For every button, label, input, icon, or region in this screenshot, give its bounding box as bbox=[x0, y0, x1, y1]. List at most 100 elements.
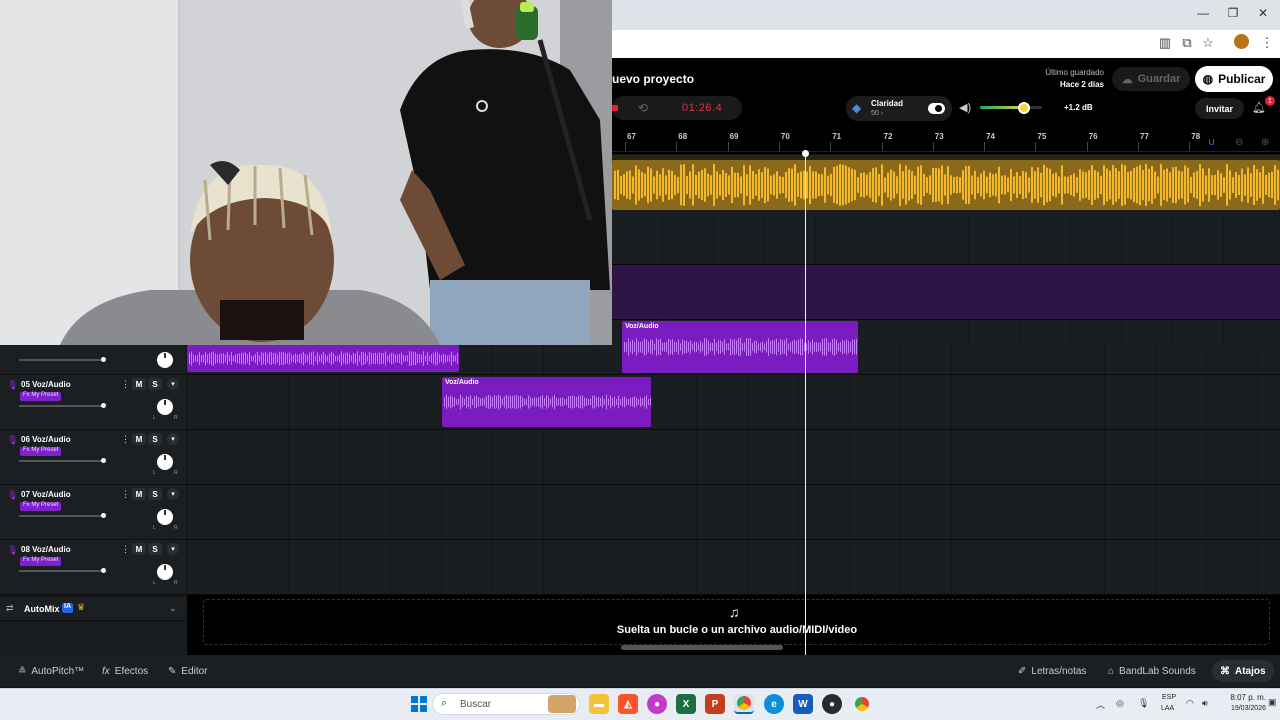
lyrics-button[interactable]: ✐ Letras/notas bbox=[1010, 660, 1094, 682]
track-menu-icon[interactable]: ⋮ bbox=[121, 379, 130, 390]
profile-avatar[interactable] bbox=[1234, 34, 1249, 49]
chrome-profile-icon[interactable] bbox=[852, 694, 872, 714]
record-button[interactable] bbox=[612, 105, 618, 111]
keyboard-layout[interactable]: LAA bbox=[1161, 705, 1174, 712]
pan-knob[interactable] bbox=[157, 509, 173, 525]
track-name[interactable]: 07 Voz/Audio bbox=[21, 490, 71, 499]
wifi-icon[interactable]: ◠ bbox=[1186, 698, 1194, 709]
audio-clip-04-left[interactable] bbox=[187, 345, 459, 372]
track-menu-icon[interactable]: ⋮ bbox=[121, 434, 130, 445]
chevron-down-icon[interactable]: ⌄ bbox=[169, 603, 177, 614]
autopitch-button[interactable]: ≗ AutoPitch™ bbox=[10, 660, 92, 682]
language-indicator[interactable]: ESP bbox=[1162, 694, 1176, 701]
zoom-in-icon[interactable]: ⊕ bbox=[1261, 137, 1269, 148]
snap-magnet-icon[interactable]: ∪ bbox=[1208, 137, 1215, 148]
track-menu-icon[interactable]: ⋮ bbox=[121, 489, 130, 500]
chevron-down-icon[interactable]: ▾ bbox=[167, 543, 179, 555]
lane-05[interactable] bbox=[187, 375, 1280, 430]
powerpoint-icon[interactable]: P bbox=[705, 694, 725, 714]
obs-icon[interactable]: ● bbox=[822, 694, 842, 714]
bell-icon[interactable]: 🔔︎ bbox=[1252, 101, 1266, 114]
bookmark-star-icon[interactable]: ☆ bbox=[1199, 35, 1217, 51]
track-08[interactable]: 🎙︎ 08 Voz/Audio ⋮ M S ▾ Fx My Preset L R bbox=[0, 540, 187, 595]
effects-button[interactable]: fx Efectos bbox=[94, 660, 156, 682]
solo-button[interactable]: S bbox=[148, 433, 162, 445]
track-volume-slider[interactable] bbox=[19, 357, 107, 362]
track-menu-icon[interactable]: ⋮ bbox=[121, 544, 130, 555]
fx-preset-badge[interactable]: Fx My Preset bbox=[20, 502, 62, 511]
cast-icon[interactable]: ⧉ bbox=[1178, 35, 1196, 51]
word-icon[interactable]: W bbox=[793, 694, 813, 714]
chevron-up-icon[interactable]: ︿ bbox=[1096, 698, 1105, 711]
clock-date[interactable]: 19/03/2026 bbox=[1222, 705, 1266, 712]
master-volume-handle[interactable] bbox=[1018, 102, 1031, 114]
track-06[interactable]: 🎙︎ 06 Voz/Audio ⋮ M S ▾ Fx My Preset L R bbox=[0, 430, 187, 485]
pan-knob[interactable] bbox=[157, 399, 173, 415]
reading-mode-icon[interactable]: ▥ bbox=[1156, 35, 1174, 51]
chevron-down-icon[interactable]: ▾ bbox=[167, 488, 179, 500]
mute-button[interactable]: M bbox=[132, 488, 146, 500]
chevron-down-icon[interactable]: ▾ bbox=[167, 433, 179, 445]
arrangement-lower[interactable] bbox=[187, 345, 1280, 595]
tray-app-icon[interactable]: ◎ bbox=[1116, 698, 1124, 709]
speaker-icon[interactable]: ◀) bbox=[959, 101, 971, 114]
invite-button[interactable]: Invitar bbox=[1195, 98, 1244, 119]
track-volume-slider[interactable] bbox=[19, 458, 107, 463]
minimize-button[interactable]: — bbox=[1188, 6, 1218, 20]
pan-knob[interactable] bbox=[157, 352, 173, 368]
notification-center-icon[interactable]: ▣ bbox=[1268, 697, 1277, 708]
fx-preset-badge[interactable]: Fx My Preset bbox=[20, 392, 62, 401]
track-volume-slider[interactable] bbox=[19, 568, 107, 573]
browser-menu-icon[interactable]: ⋮ bbox=[1258, 35, 1276, 51]
clarity-value[interactable]: 50 › bbox=[871, 110, 883, 117]
horizontal-scrollbar[interactable] bbox=[621, 645, 783, 650]
audio-clip-04[interactable]: Voz/Audio bbox=[622, 321, 858, 373]
edge-icon[interactable]: e bbox=[764, 694, 784, 714]
loop-icon[interactable]: ⟲ bbox=[638, 101, 648, 115]
lane-07[interactable] bbox=[187, 485, 1280, 540]
solo-button[interactable]: S bbox=[148, 543, 162, 555]
mute-button[interactable]: M bbox=[132, 378, 146, 390]
track-name[interactable]: 05 Voz/Audio bbox=[21, 380, 71, 389]
track-name[interactable]: 08 Voz/Audio bbox=[21, 545, 71, 554]
firefox-icon[interactable]: ● bbox=[647, 694, 667, 714]
lane-06[interactable] bbox=[187, 430, 1280, 485]
maximize-button[interactable]: ❐ bbox=[1218, 6, 1248, 20]
audio-clip-drums[interactable] bbox=[612, 160, 1280, 210]
timeline-ruler[interactable]: 67 68 69 70 71 72 73 74 75 76 77 78 bbox=[612, 128, 1280, 152]
playhead[interactable] bbox=[805, 152, 806, 655]
zoom-out-icon[interactable]: ⊖ bbox=[1235, 137, 1243, 148]
solo-button[interactable]: S bbox=[148, 488, 162, 500]
mute-button[interactable]: M bbox=[132, 433, 146, 445]
audio-clip-05[interactable]: Voz/Audio bbox=[442, 377, 651, 427]
lane-purple[interactable] bbox=[612, 265, 1280, 320]
windows-start-icon[interactable] bbox=[411, 696, 427, 712]
mute-button[interactable]: M bbox=[132, 543, 146, 555]
bandlab-sounds-button[interactable]: ⌂ BandLab Sounds bbox=[1100, 660, 1204, 682]
chrome-icon[interactable] bbox=[734, 694, 754, 714]
pan-knob[interactable] bbox=[157, 564, 173, 580]
project-title[interactable]: uevo proyecto bbox=[612, 72, 694, 86]
solo-button[interactable]: S bbox=[148, 378, 162, 390]
track-volume-slider[interactable] bbox=[19, 403, 107, 408]
brave-icon[interactable]: ◭ bbox=[618, 694, 638, 714]
lane-empty[interactable] bbox=[612, 210, 1280, 265]
file-explorer-icon[interactable]: ▬ bbox=[589, 694, 609, 714]
chevron-down-icon[interactable]: ▾ bbox=[167, 378, 179, 390]
shortcuts-button[interactable]: ⌘ Atajos bbox=[1212, 660, 1274, 682]
pan-knob[interactable] bbox=[157, 454, 173, 470]
playhead-handle[interactable] bbox=[802, 150, 809, 157]
volume-tray-icon[interactable]: 🔊︎ bbox=[1202, 698, 1208, 709]
save-button[interactable]: ☁ Guardar bbox=[1112, 67, 1190, 91]
clock-time[interactable]: 8:07 p. m. bbox=[1226, 693, 1266, 702]
fx-preset-badge[interactable]: Fx My Preset bbox=[20, 447, 62, 456]
lane-08[interactable] bbox=[187, 540, 1280, 595]
close-button[interactable]: ✕ bbox=[1248, 6, 1278, 20]
track-volume-slider[interactable] bbox=[19, 513, 107, 518]
fx-preset-badge[interactable]: Fx My Preset bbox=[20, 557, 62, 566]
track-name[interactable]: 06 Voz/Audio bbox=[21, 435, 71, 444]
clarity-toggle[interactable] bbox=[928, 103, 945, 114]
excel-icon[interactable]: X bbox=[676, 694, 696, 714]
track-07[interactable]: 🎙︎ 07 Voz/Audio ⋮ M S ▾ Fx My Preset L R bbox=[0, 485, 187, 540]
microphone-tray-icon[interactable]: 🎙︎ bbox=[1138, 698, 1149, 709]
